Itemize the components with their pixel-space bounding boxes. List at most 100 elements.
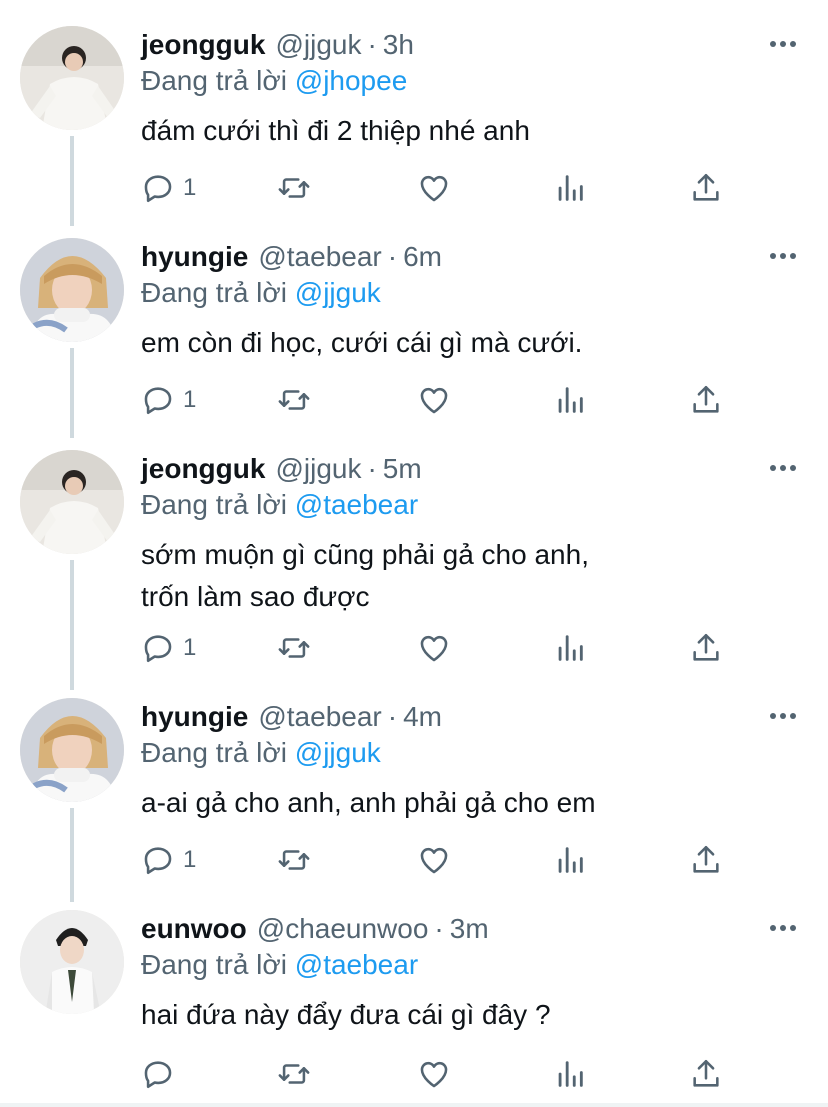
more-icon[interactable] [768,918,798,938]
tweet[interactable]: jeongguk @jjguk · 5m Đang trả lời @taebear … [0,424,828,674]
tweet-header: eunwoo @chaeunwoo · 3m [141,912,489,946]
analytics-icon [558,175,583,201]
analytics-button[interactable] [553,1054,587,1094]
share-button[interactable] [689,628,723,668]
mention-link[interactable]: @taebear [295,489,418,520]
reply-icon [144,387,172,415]
share-button[interactable] [689,380,723,420]
tweet-header: jeongguk @jjguk · 3h [141,28,414,62]
tweet-text: đám cưới thì đi 2 thiệp nhé anh [141,115,530,146]
avatar[interactable] [20,238,124,342]
display-name[interactable]: hyungie [141,701,248,732]
reply-button[interactable]: 1 [141,380,196,420]
retweet-button[interactable] [277,1054,311,1094]
heart-icon [420,387,448,414]
reply-button[interactable]: 1 [141,168,196,208]
tweet-text: em còn đi học, cưới cái gì mà cưới. [141,327,583,358]
display-name[interactable]: jeongguk [141,29,265,60]
tweet[interactable]: hyungie @taebear · 4m Đang trả lời @jjguk a… [0,672,828,882]
share-button[interactable] [689,840,723,880]
retweet-button[interactable] [277,628,311,668]
retweet-icon [278,638,310,658]
reply-button[interactable]: 1 [141,840,196,880]
heart-icon [420,175,448,202]
like-button[interactable] [417,840,451,880]
mention-link[interactable]: @jhopee [295,65,408,96]
like-button[interactable] [417,628,451,668]
tweet-header: jeongguk @jjguk · 5m [141,452,422,486]
replying-to-label: Đang trả lời [141,737,287,768]
analytics-icon [558,387,583,413]
analytics-icon [558,847,583,873]
more-icon[interactable] [768,246,798,266]
heart-icon [420,635,448,662]
like-button[interactable] [417,168,451,208]
replying-to-label: Đang trả lời [141,65,287,96]
share-icon [693,1059,719,1087]
avatar[interactable] [20,698,124,802]
tweet-text: a-ai gả cho anh, anh phải gả cho em [141,787,596,818]
analytics-button[interactable] [553,628,587,668]
more-icon[interactable] [768,34,798,54]
reply-button[interactable]: 1 [141,628,196,668]
like-button[interactable] [417,1054,451,1094]
reply-count: 1 [183,634,197,661]
avatar[interactable] [20,910,124,1014]
tweet-actions: 1 [141,840,741,880]
reply-button[interactable] [141,1054,183,1094]
display-name[interactable]: eunwoo [141,913,247,944]
replying-to-label: Đang trả lời [141,489,287,520]
replying-to: Đang trả lời @jjguk [141,276,381,310]
separator-dot: · [367,29,377,60]
user-handle[interactable]: @taebear [258,701,381,732]
user-handle[interactable]: @taebear [258,241,381,272]
reply-icon [144,635,172,663]
timestamp[interactable]: 3m [450,913,489,944]
tweet[interactable]: hyungie @taebear · 6m Đang trả lời @jjguk e… [0,212,828,422]
timestamp[interactable]: 3h [383,29,414,60]
mention-link[interactable]: @jjguk [295,737,381,768]
like-button[interactable] [417,380,451,420]
user-handle[interactable]: @jjguk [275,29,361,60]
user-handle[interactable]: @chaeunwoo [257,913,429,944]
share-icon [693,173,719,201]
user-handle[interactable]: @jjguk [275,453,361,484]
replying-to: Đang trả lời @jjguk [141,736,381,770]
separator-dot: · [367,453,377,484]
timestamp[interactable]: 5m [383,453,422,484]
tweet-header: hyungie @taebear · 6m [141,240,442,274]
share-button[interactable] [689,1054,723,1094]
tweet[interactable]: eunwoo @chaeunwoo · 3m Đang trả lời @taebea… [0,884,828,1102]
retweet-icon [278,178,310,198]
analytics-button[interactable] [553,840,587,880]
timestamp[interactable]: 4m [403,701,442,732]
retweet-button[interactable] [277,168,311,208]
tweet-text: hai đứa này đẩy đưa cái gì đây ? [141,999,551,1030]
heart-icon [420,1061,448,1088]
retweet-button[interactable] [277,840,311,880]
reply-icon [144,847,172,875]
mention-link[interactable]: @jjguk [295,277,381,308]
avatar[interactable] [20,26,124,130]
separator-dot: · [387,241,398,272]
mention-link[interactable]: @taebear [295,949,418,980]
display-name[interactable]: hyungie [141,241,248,272]
tweet[interactable]: jeongguk @jjguk · 3h Đang trả lời @jhopee đ… [0,0,828,210]
retweet-button[interactable] [277,380,311,420]
tweet-actions: 1 [141,168,741,208]
replying-to-label: Đang trả lời [141,949,287,980]
more-icon[interactable] [768,458,798,478]
analytics-button[interactable] [553,168,587,208]
share-icon [693,633,719,661]
timestamp[interactable]: 6m [403,241,442,272]
analytics-button[interactable] [553,380,587,420]
more-icon[interactable] [768,706,798,726]
avatar[interactable] [20,450,124,554]
reply-icon [144,1061,172,1089]
analytics-icon [558,635,583,661]
share-button[interactable] [689,168,723,208]
display-name[interactable]: jeongguk [141,453,265,484]
reply-icon [144,175,172,203]
share-icon [693,845,719,873]
replying-to-label: Đang trả lời [141,277,287,308]
